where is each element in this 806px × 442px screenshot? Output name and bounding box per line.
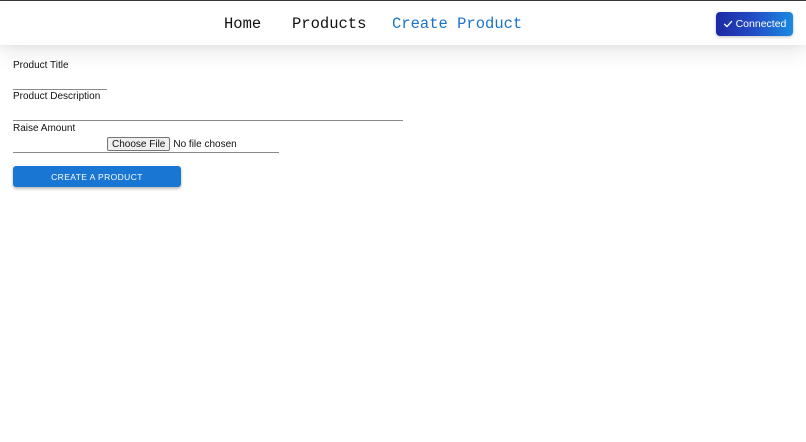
create-product-button[interactable]: CREATE A PRODUCT bbox=[13, 166, 181, 187]
nav-link-home[interactable]: Home bbox=[224, 15, 261, 33]
nav-link-products[interactable]: Products bbox=[292, 15, 366, 33]
product-title-input[interactable] bbox=[13, 78, 107, 90]
product-description-label: Product Description bbox=[13, 91, 101, 102]
create-product-form: Product Title Product Description Raise … bbox=[0, 0, 806, 442]
product-title-label: Product Title bbox=[13, 60, 69, 71]
nav-link-create-product[interactable]: Create Product bbox=[392, 15, 522, 33]
choose-file-button[interactable]: Choose File bbox=[107, 137, 171, 151]
raise-amount-label: Raise Amount bbox=[13, 123, 76, 134]
check-icon bbox=[723, 20, 732, 28]
wallet-connected-button[interactable]: Connected bbox=[716, 12, 793, 36]
file-status-text: No file chosen bbox=[173, 138, 237, 150]
top-nav-bar: Home Products Create Product Connected bbox=[0, 1, 806, 45]
product-description-input[interactable] bbox=[13, 109, 403, 121]
file-upload-field: Choose File No file chosen bbox=[107, 137, 237, 151]
wallet-status-label: Connected bbox=[735, 18, 787, 30]
